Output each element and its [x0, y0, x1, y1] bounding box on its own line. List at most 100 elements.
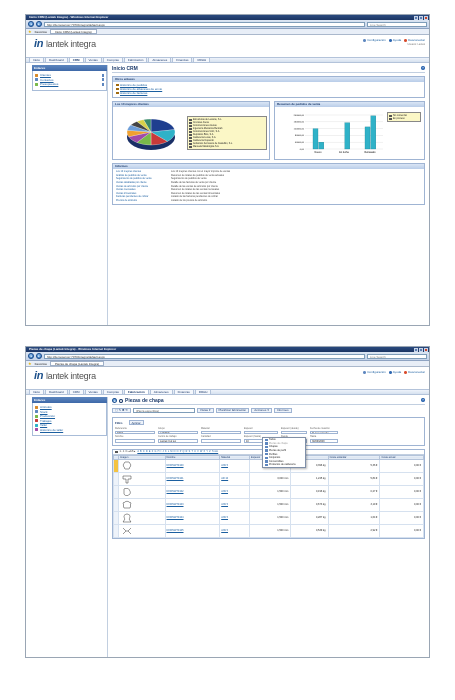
part-material[interactable]: AISI 5 — [219, 497, 251, 512]
filter-value[interactable]: DXF* — [115, 430, 155, 435]
menu-tab-fabricación[interactable]: Fabricación — [123, 57, 148, 62]
menu-tab-ventas[interactable]: Ventas — [84, 57, 102, 62]
filter-value[interactable]: El mes pasado — [310, 430, 338, 435]
minimize-icon[interactable] — [414, 347, 418, 352]
menu-tab-dashboard[interactable]: Dashboard — [45, 57, 68, 62]
menu-tab-compras[interactable]: Compras — [102, 57, 123, 62]
toolbar-icons[interactable]: ▢ ✎ ✖ ↻ — [112, 408, 131, 413]
help-link[interactable]: Ayuda — [388, 38, 401, 42]
config-link[interactable]: Configuración — [363, 38, 386, 42]
part-name[interactable]: DXFPART0101 — [164, 471, 221, 486]
menu-tab-compras[interactable]: Compras — [102, 389, 123, 394]
forward-icon[interactable]: ▸ — [36, 353, 42, 359]
part-name[interactable]: DXFPART0102 — [164, 484, 221, 499]
menu-tab-ventas[interactable]: Ventas — [84, 389, 102, 394]
letter-filter[interactable]: A B C D E F G H I J K L M N O P Q R S T … — [137, 450, 218, 453]
part-name[interactable]: DXFPART0104 — [164, 510, 221, 525]
filter-value[interactable]: LANTEK — [158, 430, 198, 435]
report-link[interactable]: Ventas detalladas por cliente — [116, 181, 171, 184]
page-help-icon[interactable]: ? — [421, 398, 425, 402]
part-material[interactable]: AISI 5 — [219, 510, 251, 525]
menu-tab-rrhh[interactable]: RRHH — [194, 389, 212, 394]
filter-value[interactable] — [115, 439, 155, 443]
address-input[interactable]: http://demoserver:7070/integra/default.a… — [44, 353, 365, 359]
report-link[interactable]: Los 10 mejores clientes — [116, 170, 171, 173]
select-all-checkbox[interactable] — [115, 450, 118, 454]
menu-tab-almacenes[interactable]: Almacenes — [148, 57, 172, 62]
menu-tab-crm[interactable]: CRM — [68, 57, 84, 62]
minimize-icon[interactable] — [414, 15, 418, 20]
menu-tab-crm[interactable]: CRM — [68, 389, 84, 394]
help-link[interactable]: Ayuda — [388, 370, 401, 374]
maximize-icon[interactable] — [419, 15, 423, 20]
logout-link[interactable]: Desconectar — [404, 38, 425, 42]
table-row[interactable]: DXFPART0105 AISI 5 1,500 mm 0,539 kg 2,92 €0… — [113, 523, 424, 538]
table-row[interactable]: DXFPART0103 AISI 5 1,500 mm 0,673 kg 3,19 €0… — [113, 497, 424, 512]
logout-link[interactable]: Desconectar — [404, 370, 425, 374]
menu-tab-finanzas[interactable]: Finanzas — [173, 389, 194, 394]
menu-tab-almacenes[interactable]: Almacenes — [149, 389, 173, 394]
menu-tab-inicio[interactable]: Inicio — [29, 389, 45, 394]
table-row[interactable]: DXFPART0101 AR 10 3,000 mm 1,245 kg 5,84 €0,… — [113, 471, 424, 486]
search-input[interactable]: Live Search — [367, 353, 427, 359]
part-name[interactable]: DXFPART0105 — [164, 523, 221, 538]
report-link[interactable]: Facturas pendientes de cobrar — [116, 195, 171, 198]
page-info[interactable]: 1 - 1 / 1 ◂ 1/6 ▸ — [120, 450, 136, 453]
filter-value[interactable] — [281, 430, 307, 435]
apply-filter-button[interactable]: Aplicar — [128, 420, 144, 425]
config-link[interactable]: Configuración — [363, 370, 386, 374]
maximize-icon[interactable] — [419, 347, 423, 352]
favorites-star-icon[interactable]: ★ — [28, 29, 32, 34]
favorites-star-icon[interactable]: ★ — [28, 361, 32, 366]
report-link[interactable]: Ventas trimestrales — [116, 192, 171, 195]
part-name[interactable]: DXFPART0100 — [164, 458, 221, 473]
menu-tab-inicio[interactable]: Inicio — [29, 57, 45, 62]
filter-value[interactable] — [244, 430, 278, 435]
plan-fabrication-button[interactable]: Planificar fabricación — [215, 408, 250, 413]
menu-tab-dashboard[interactable]: Dashboard — [45, 389, 68, 394]
report-link[interactable]: Ventas de artículos por cliente — [116, 185, 171, 188]
browser-tab[interactable]: Inicio CRM (Lantek Integra) — [49, 29, 97, 34]
table-row[interactable]: DXFPART0104 AISI 5 1,500 mm 0,287 kg 1,64 €0… — [113, 510, 424, 525]
menu-tab-finanzas[interactable]: Finanzas — [172, 57, 193, 62]
sidebar-item-2[interactable]: Presupuestos — [35, 82, 104, 87]
page-help-icon[interactable]: ? — [421, 66, 425, 70]
filter-value[interactable]: Lantek Cut tec — [158, 439, 198, 443]
search-input[interactable]: Live Search — [367, 21, 427, 27]
filter-value[interactable] — [201, 439, 241, 443]
part-material[interactable]: AISI 5 — [219, 484, 251, 499]
close-icon[interactable] — [424, 347, 428, 352]
grid-search-input[interactable]: (Pieza esperílica) — [132, 408, 195, 413]
part-material[interactable]: AR 10 — [219, 471, 251, 486]
browser-tab[interactable]: Piezas de chapa (Lantek Integra) — [49, 361, 105, 366]
new-document-icon[interactable] — [101, 73, 104, 77]
part-material[interactable]: AISI 5 — [219, 458, 251, 473]
new-document-icon[interactable] — [101, 82, 104, 86]
favorites-label[interactable]: Favoritos — [35, 30, 47, 34]
forward-icon[interactable]: ▸ — [36, 21, 42, 27]
report-link[interactable]: Análisis de pedidos de venta — [116, 174, 171, 177]
address-input[interactable]: http://demoserver:7070/integra/default.a… — [44, 21, 365, 27]
page-back-icon[interactable]: ◂ — [112, 398, 117, 403]
part-type-dropdown[interactable]: Todos Piezas de chapa Chapas Piezas de perf… — [262, 437, 306, 468]
back-icon[interactable]: ◂ — [28, 21, 34, 27]
report-link[interactable]: Seguimiento de pedidos de venta — [116, 177, 171, 180]
report-link[interactable]: Ventas mensuales — [116, 188, 171, 191]
menu-tab-rrhh[interactable]: RRHH — [193, 57, 211, 62]
filter-value[interactable]: 30/09/2009 — [310, 439, 338, 443]
sidebar-item-5[interactable]: Histórico de taller — [35, 428, 104, 433]
report-link[interactable]: Precios de artículos — [116, 199, 171, 202]
dropdown-option[interactable]: Productos de calderería — [263, 463, 305, 467]
favorites-label[interactable]: Favoritos — [35, 362, 47, 366]
table-row[interactable]: DXFPART0102 AISI 5 1,500 mm 0,196 kg 0,27 €0… — [113, 484, 424, 499]
part-material[interactable]: AISI 5 — [219, 523, 251, 538]
back-icon[interactable]: ◂ — [28, 353, 34, 359]
reports-button[interactable]: Informes — [273, 408, 292, 413]
actions-dropdown-button[interactable]: Acciones ▾ — [251, 408, 272, 413]
part-name[interactable]: DXFPART0103 — [164, 497, 221, 512]
menu-tab-fabricación[interactable]: Fabricación — [123, 389, 149, 394]
close-icon[interactable] — [424, 15, 428, 20]
new-document-icon[interactable] — [101, 78, 104, 82]
other-link[interactable]: Histórico de facturas — [113, 91, 424, 95]
filter-value[interactable] — [201, 430, 241, 435]
